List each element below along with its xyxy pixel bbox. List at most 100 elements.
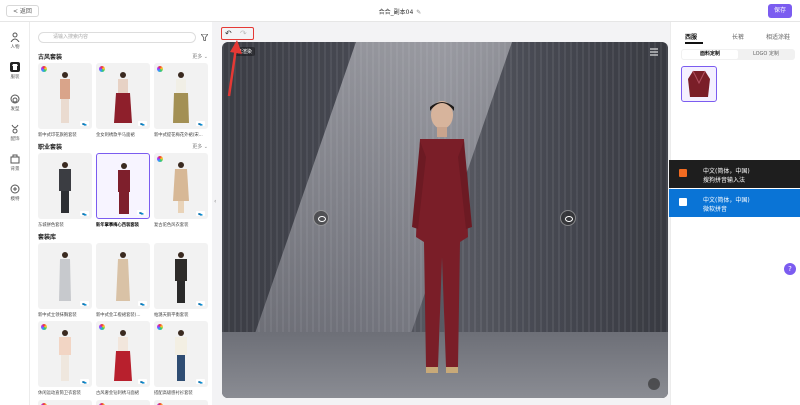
garment-figure [175, 330, 187, 381]
garment-card[interactable]: 👟 [154, 63, 208, 129]
garment-card[interactable]: 👟 [38, 243, 92, 309]
rotate-left-button[interactable] [313, 210, 329, 226]
garment-figure [118, 163, 130, 214]
color-badge-icon [157, 156, 163, 162]
shoe-icon: 👟 [196, 121, 205, 126]
garment-card[interactable]: 👟 [38, 63, 92, 129]
garment-figure [173, 162, 189, 213]
shoe-icon: 👟 [196, 301, 205, 306]
garment-card[interactable]: 👟 [154, 243, 208, 309]
garment-card[interactable]: 👟 [96, 243, 150, 309]
shoe-icon: 👟 [80, 379, 89, 384]
model-figure [412, 101, 472, 373]
garment-caption: 新中式金工橙裙套装(... [96, 313, 141, 318]
garment-card[interactable]: 👟 [38, 153, 92, 219]
garment-figure [175, 252, 187, 303]
garment-card[interactable]: 👟 [154, 321, 208, 387]
tab-pants[interactable]: 长裤 [732, 32, 744, 41]
list-icon[interactable] [650, 48, 658, 56]
shoe-icon: 👟 [138, 301, 147, 306]
section-title: 套装库 [38, 234, 57, 241]
shoe-icon: 👟 [138, 379, 147, 384]
garment-card-selected[interactable]: 👟 [96, 153, 150, 219]
garment-figure [60, 72, 70, 123]
section-title: 古风套装 [38, 54, 63, 61]
hairstyle-icon [10, 94, 20, 104]
garment-library: 请输入搜索内容 古风套装 更多 ⌄ 👟 👟 👟 新中式印花旗袍套装 金女刺绣款半… [30, 22, 212, 405]
annotation-arrow [227, 40, 242, 97]
garment-card[interactable] [154, 400, 208, 405]
nav-item-background[interactable]: 背景 [0, 154, 30, 172]
collapse-panel-icon[interactable]: ‹ [214, 198, 220, 212]
segment-fabric[interactable]: 面料定制 [682, 50, 738, 59]
shoe-icon: 👟 [138, 121, 147, 126]
garment-card[interactable]: 👟 [154, 153, 208, 219]
garment-caption: 休闲运动直筒卫衣套装 [38, 391, 81, 396]
save-button[interactable]: 保存 [768, 4, 792, 18]
color-badge-icon [41, 324, 47, 330]
rotate-right-button[interactable] [560, 210, 576, 226]
garment-caption: 金女刺绣款半马面裙 [96, 133, 135, 138]
garment-caption: 新中式印花旗袍套装 [38, 133, 77, 138]
shoe-icon: 👟 [196, 379, 205, 384]
garment-card[interactable] [96, 400, 150, 405]
garment-caption: 古风奢金钻刺绣马面裙 [96, 391, 139, 396]
segment-logo[interactable]: LOGO 定制 [738, 50, 794, 59]
ime-language: 中文(简体，中国) [703, 168, 750, 175]
garment-card[interactable]: 👟 [38, 321, 92, 387]
ime-option-microsoft[interactable]: 中文(简体，中国) 微软拼音 [669, 189, 800, 217]
preview-stage[interactable] [222, 42, 668, 398]
ime-language: 中文(简体，中国) [703, 197, 750, 204]
garment-figure [114, 72, 132, 123]
nav-item-accessory[interactable]: 配饰 [0, 124, 30, 142]
garment-figure [59, 330, 71, 381]
help-button[interactable]: ? [784, 263, 796, 275]
color-badge-icon [99, 324, 105, 330]
tab-shoes[interactable]: 相适涂鞋 [766, 32, 790, 41]
nav-item-hairstyle[interactable]: 发型 [0, 94, 30, 112]
shoe-icon: 👟 [80, 211, 89, 216]
clothing-icon [10, 62, 20, 72]
redo-button[interactable]: ↷ [240, 29, 247, 38]
more-link[interactable]: 更多 ⌄ [192, 143, 208, 150]
document-title[interactable]: 合合_副本04 ✎ [0, 7, 800, 16]
undo-button[interactable]: ↶ [225, 29, 232, 38]
nav-item-person[interactable]: 人物 [0, 32, 30, 50]
garment-caption: 新年掌事梅心西装套装 [96, 223, 139, 228]
shoe-icon: 👟 [196, 211, 205, 216]
fullscreen-button[interactable] [648, 378, 660, 390]
garment-card[interactable]: 👟 [96, 321, 150, 387]
shoe-icon: 👟 [80, 301, 89, 306]
search-input[interactable]: 请输入搜索内容 [38, 32, 196, 43]
color-badge-icon [157, 324, 163, 330]
garment-card[interactable]: 👟 [96, 63, 150, 129]
nav-item-clothing[interactable]: 服装 [0, 62, 30, 80]
segment-control: 面料定制 LOGO 定制 [681, 49, 795, 60]
accessory-icon [11, 124, 19, 134]
more-link[interactable]: 更多 ⌄ [192, 53, 208, 60]
edit-icon[interactable]: ✎ [416, 9, 421, 16]
left-nav: 人物 服装 发型 配饰 背景 模特 [0, 22, 30, 405]
person-icon [10, 32, 20, 42]
nav-label: 服装 [10, 75, 20, 80]
fabric-thumbnail[interactable] [681, 66, 717, 102]
tab-suit[interactable]: 西服 [685, 32, 697, 41]
garment-figure [59, 162, 71, 213]
garment-caption: 帕潞天鹅平衡套装 [154, 313, 189, 318]
jacket-icon [688, 70, 710, 97]
nav-item-model[interactable]: 模特 [0, 184, 30, 202]
shoe-icon: 👟 [80, 121, 89, 126]
ime-option-sogou[interactable]: 中文(简体，中国) 搜狗拼音输入法 [669, 160, 800, 188]
tab-underline [685, 42, 703, 44]
color-badge-icon [41, 66, 47, 72]
top-bar: < 返回 合合_副本04 ✎ 保存 [0, 0, 800, 22]
nav-label: 配饰 [10, 137, 20, 142]
garment-figure [59, 252, 71, 301]
sogou-icon [679, 169, 687, 177]
garment-caption: 新中式提花梅花外裙(宋... [154, 133, 203, 138]
document-title-text: 合合_副本04 [378, 9, 414, 16]
filter-icon[interactable] [201, 34, 208, 41]
garment-caption: 搭配高级感衬衫套装 [154, 391, 193, 396]
garment-caption: 东城拼色套装 [38, 223, 64, 228]
garment-card[interactable] [38, 400, 92, 405]
